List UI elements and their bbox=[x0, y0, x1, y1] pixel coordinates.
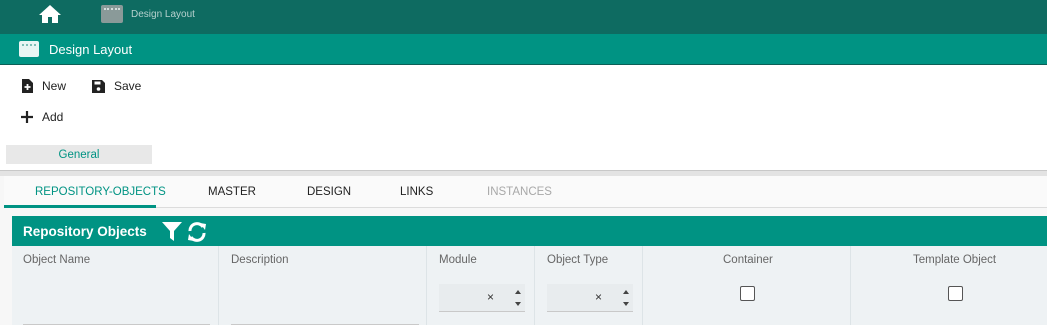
tab-bar: REPOSITORY-OBJECTS MASTER DESIGN LINKS I… bbox=[4, 176, 1047, 208]
open-window-tab-label: Design Layout bbox=[131, 8, 195, 20]
column-label: Object Name bbox=[23, 254, 91, 266]
filter-icon[interactable] bbox=[162, 222, 182, 241]
window-title: Design Layout bbox=[49, 41, 133, 57]
spinner-icon[interactable] bbox=[513, 286, 523, 310]
column-label: Module bbox=[439, 254, 477, 266]
panel-header: Repository Objects bbox=[12, 216, 1047, 246]
object-type-filter-select[interactable]: × bbox=[547, 284, 633, 312]
module-filter-select[interactable]: × bbox=[439, 284, 525, 312]
add-button[interactable]: Add bbox=[21, 110, 63, 124]
open-window-tab[interactable]: Design Layout bbox=[101, 4, 195, 24]
column-label: Template Object bbox=[913, 254, 997, 266]
new-document-icon bbox=[22, 79, 33, 93]
active-tab-indicator bbox=[4, 205, 156, 208]
column-object-type: Object Type × bbox=[535, 246, 643, 325]
tab-links[interactable]: LINKS bbox=[400, 186, 433, 198]
tab-instances: INSTANCES bbox=[487, 186, 552, 198]
save-button[interactable]: Save bbox=[92, 79, 141, 93]
column-template-object: Template Object bbox=[851, 246, 1047, 325]
clear-icon[interactable]: × bbox=[595, 290, 602, 304]
save-icon bbox=[92, 79, 105, 93]
tab-repository-objects[interactable]: REPOSITORY-OBJECTS bbox=[35, 186, 166, 198]
general-section-tab[interactable]: General bbox=[6, 145, 152, 164]
column-label: Container bbox=[723, 254, 773, 266]
container-filter-checkbox[interactable] bbox=[740, 286, 755, 301]
column-label: Description bbox=[231, 254, 289, 266]
column-object-name: Object Name bbox=[12, 246, 219, 325]
save-button-label: Save bbox=[114, 79, 142, 93]
template-object-filter-checkbox[interactable] bbox=[948, 286, 963, 301]
new-button[interactable]: New bbox=[21, 79, 66, 93]
home-icon[interactable] bbox=[38, 4, 62, 24]
refresh-icon[interactable] bbox=[186, 222, 208, 242]
plus-icon bbox=[21, 111, 33, 123]
repository-objects-panel: Repository Objects Object Name Descripti… bbox=[12, 216, 1047, 325]
top-app-bar: Design Layout bbox=[0, 0, 1047, 34]
object-name-filter-input[interactable] bbox=[23, 303, 210, 325]
panel-title: Repository Objects bbox=[23, 223, 147, 239]
column-description: Description bbox=[219, 246, 427, 325]
new-button-label: New bbox=[42, 79, 67, 93]
window-title-bar: Design Layout bbox=[0, 34, 1047, 64]
spinner-icon[interactable] bbox=[621, 286, 631, 310]
filter-header-row: Object Name Description Module × Object … bbox=[12, 246, 1047, 325]
description-filter-input[interactable] bbox=[231, 303, 419, 325]
column-label: Object Type bbox=[547, 254, 609, 266]
tab-master[interactable]: MASTER bbox=[208, 186, 256, 198]
column-module: Module × bbox=[427, 246, 535, 325]
window-icon bbox=[101, 5, 123, 23]
window-icon bbox=[19, 41, 39, 57]
clear-icon[interactable]: × bbox=[487, 290, 494, 304]
toolbar: New Save Add General bbox=[0, 64, 1047, 170]
tab-design[interactable]: DESIGN bbox=[307, 186, 351, 198]
column-container: Container bbox=[643, 246, 851, 325]
add-button-label: Add bbox=[42, 110, 64, 124]
